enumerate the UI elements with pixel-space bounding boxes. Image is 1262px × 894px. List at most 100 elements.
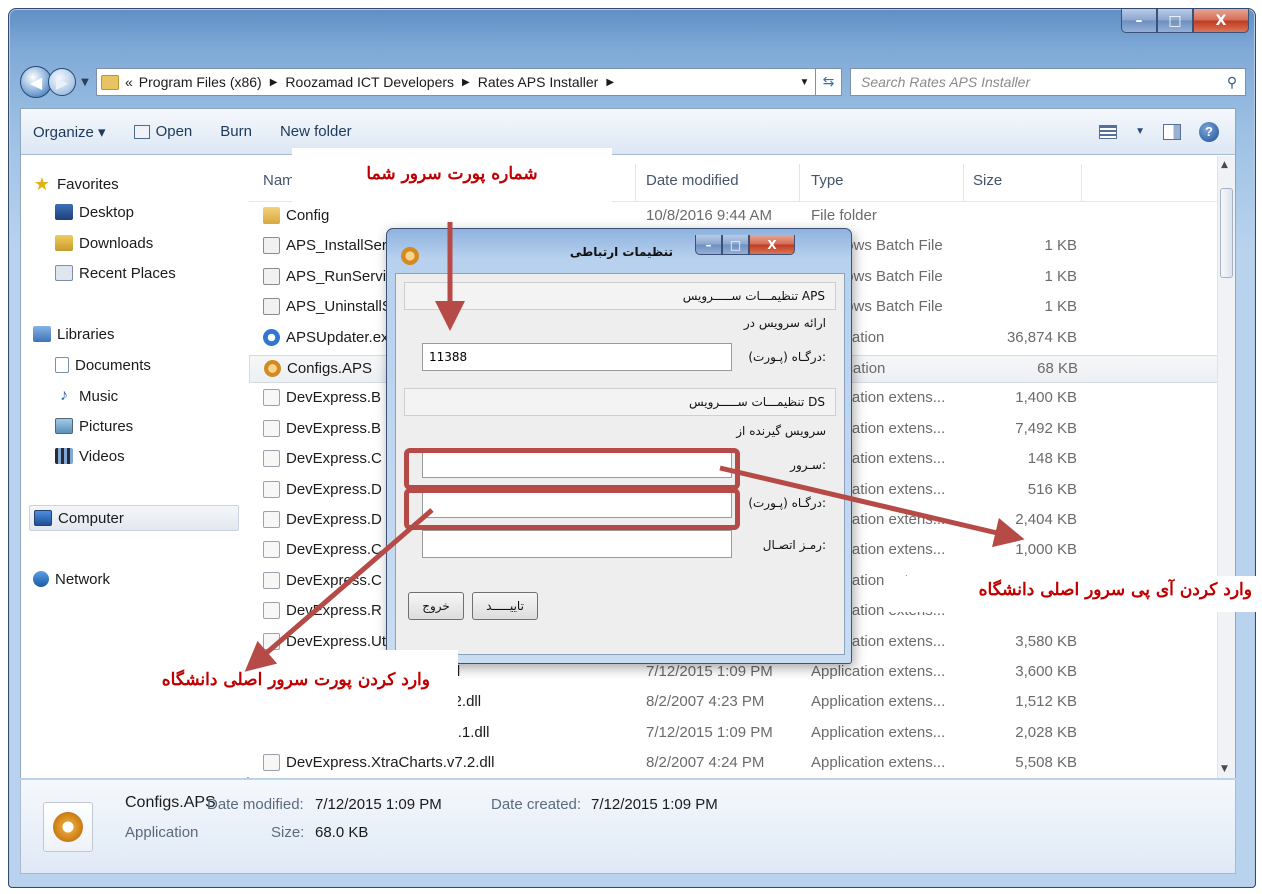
new-folder-button[interactable]: New folder: [266, 123, 366, 140]
breadcrumb-separator-icon[interactable]: ▶: [606, 77, 614, 88]
table-row[interactable]: DevExpress.XtraCharts.v7.2.dll 8/2/2007 4…: [249, 750, 1219, 778]
dll-file-icon: [263, 602, 280, 620]
nav-favorites[interactable]: ★ Favorites: [33, 171, 119, 197]
file-name-cell: Configs.APS: [264, 360, 372, 377]
column-date-modified[interactable]: Date modified: [646, 172, 739, 189]
nav-videos[interactable]: Videos: [55, 443, 125, 469]
dll-file-icon: [263, 632, 280, 650]
scroll-down-icon[interactable]: ▼: [1221, 764, 1228, 774]
breadcrumb-roozamad[interactable]: Roozamad ICT Developers: [285, 74, 454, 90]
vertical-scrollbar[interactable]: ▲ ▼: [1217, 156, 1235, 778]
open-icon: [133, 124, 150, 139]
column-divider[interactable]: [963, 164, 964, 202]
file-name-cell: DevExpress.C: [263, 541, 382, 559]
dialog-minimize-button[interactable]: –: [695, 235, 722, 255]
documents-icon: [55, 357, 69, 373]
pictures-icon: [55, 418, 73, 434]
open-button[interactable]: Open: [120, 123, 207, 140]
dialog-maximize-button[interactable]: □: [722, 235, 749, 255]
ds-password-label: رمـز اتصـال:: [762, 538, 826, 552]
size-cell: 3,600 KB: [1015, 663, 1077, 680]
callout-your-server-port: شماره پورت سرور شما: [292, 148, 612, 204]
date-modified-cell: 8/2/2007 4:24 PM: [646, 754, 765, 772]
gear-icon: [53, 812, 83, 842]
nav-downloads[interactable]: Downloads: [55, 230, 153, 256]
column-size[interactable]: Size: [973, 172, 1002, 189]
address-dropdown-icon[interactable]: ▼: [793, 76, 815, 88]
batch-file-icon: [263, 237, 280, 255]
size-cell: 7,492 KB: [1015, 419, 1077, 437]
column-divider[interactable]: [635, 164, 636, 202]
breadcrumb-program-files[interactable]: Program Files (x86): [139, 74, 262, 90]
file-name-cell: DevExpress.R: [263, 602, 382, 620]
size-cell: 148 KB: [1027, 450, 1077, 468]
nav-recent-places[interactable]: Recent Places: [55, 260, 176, 286]
server-highlight-box: [404, 448, 740, 490]
table-row[interactable]: Config 10/8/2016 9:44 AM File folder: [249, 203, 1219, 231]
file-name: DevExpress.B: [286, 389, 382, 407]
ds-password-input[interactable]: [422, 530, 732, 558]
command-bar-right: ▼ ?: [1099, 121, 1235, 142]
refresh-icon[interactable]: ⇆: [816, 68, 842, 96]
downloads-icon: [55, 235, 73, 251]
nav-documents[interactable]: Documents: [55, 352, 151, 378]
file-large-icon: [43, 802, 93, 852]
column-divider[interactable]: [799, 164, 800, 202]
organize-button[interactable]: Organize ▾: [21, 123, 120, 141]
nav-libraries[interactable]: Libraries: [33, 321, 115, 347]
aps-provide-label: ارائه سرویس در: [743, 316, 826, 330]
dialog-caption-buttons: – □ X: [695, 235, 795, 255]
burn-label: Burn: [220, 123, 252, 140]
scrollbar-thumb[interactable]: [1220, 188, 1233, 278]
burn-button[interactable]: Burn: [206, 123, 266, 140]
size-cell: 2,404 KB: [1015, 511, 1077, 528]
address-bar[interactable]: « Program Files (x86) ▶ Roozamad ICT Dev…: [96, 68, 816, 96]
search-input[interactable]: Search Rates APS Installer ⚲: [850, 68, 1246, 96]
ds-settings-group: تنظیمـــات ســـــرویس DS: [404, 388, 836, 416]
nav-music[interactable]: ♪ Music: [55, 383, 118, 409]
new-folder-label: New folder: [279, 123, 352, 140]
address-prefix[interactable]: «: [125, 74, 133, 90]
recent-pages-dropdown-icon[interactable]: ▼: [78, 77, 92, 88]
minimize-button[interactable]: –: [1121, 9, 1157, 33]
preview-pane-icon[interactable]: [1163, 123, 1181, 140]
exit-button[interactable]: خروج: [408, 592, 464, 620]
view-dropdown-icon[interactable]: ▼: [1135, 126, 1145, 137]
nav-pictures-label: Pictures: [79, 417, 134, 435]
nav-libraries-label: Libraries: [57, 325, 115, 343]
forward-button[interactable]: ▶: [48, 68, 76, 96]
help-icon[interactable]: ?: [1199, 121, 1219, 142]
column-type[interactable]: Type: [811, 172, 844, 189]
details-size-value: 68.0 KB: [315, 824, 369, 841]
network-icon: [33, 571, 49, 587]
ok-button[interactable]: تاییـــــد: [472, 592, 538, 620]
folder-icon: [263, 207, 280, 224]
details-created-label: Date created:: [491, 796, 582, 813]
nav-desktop[interactable]: Desktop: [55, 199, 134, 225]
breadcrumb-separator-icon[interactable]: ▶: [270, 77, 278, 88]
dll-file-icon: [263, 541, 280, 559]
breadcrumb-separator-icon[interactable]: ▶: [462, 77, 470, 88]
change-view-icon[interactable]: [1099, 124, 1118, 139]
maximize-button[interactable]: □: [1157, 9, 1193, 33]
nav-pictures[interactable]: Pictures: [55, 413, 133, 439]
size-cell: 1,400 KB: [1015, 389, 1077, 407]
column-divider[interactable]: [1081, 164, 1082, 202]
callout-university-server-ip: وارد کردن آی پی سرور اصلی دانشگاه: [888, 576, 1258, 612]
nav-network[interactable]: Network: [33, 566, 110, 592]
nav-recent-label: Recent Places: [79, 264, 176, 282]
type-cell: Application extens...: [811, 693, 946, 711]
close-button[interactable]: X: [1193, 9, 1249, 33]
dialog-close-button[interactable]: X: [749, 235, 795, 255]
aps-port-input[interactable]: [422, 343, 732, 371]
date-modified-cell: 10/8/2016 9:44 AM: [646, 207, 772, 224]
breadcrumb-rates-aps-installer[interactable]: Rates APS Installer: [478, 74, 599, 90]
batch-file-icon: [263, 267, 280, 285]
size-cell: 1,000 KB: [1015, 541, 1077, 559]
search-icon[interactable]: ⚲: [1219, 74, 1245, 91]
file-name-cell: APSUpdater.exe: [263, 328, 397, 346]
nav-computer[interactable]: Computer: [29, 505, 239, 531]
dialog-app-icon: [401, 247, 419, 265]
scroll-up-icon[interactable]: ▲: [1221, 160, 1228, 170]
size-cell: 68 KB: [1037, 360, 1078, 377]
